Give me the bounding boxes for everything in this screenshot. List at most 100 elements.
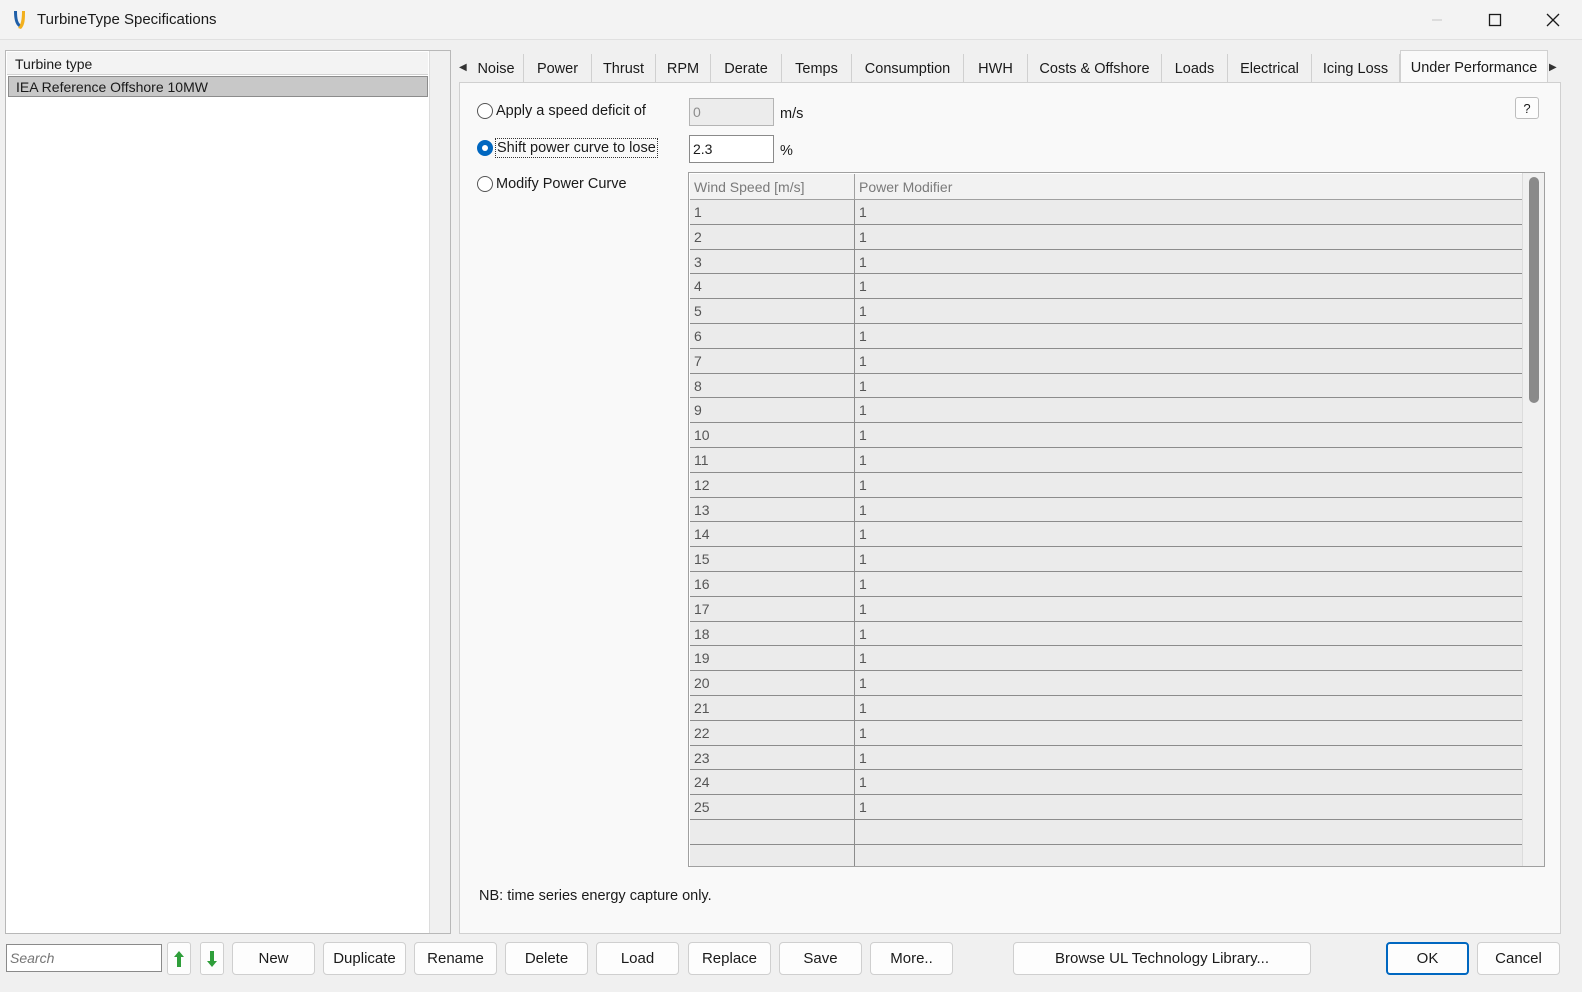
table-row[interactable]: 16 1 (690, 571, 1522, 597)
tab-consumption[interactable]: Consumption (852, 54, 964, 83)
power-modifier-cell[interactable] (855, 845, 1522, 866)
table-row[interactable]: 61 (690, 323, 1522, 349)
table-row[interactable]: 91 (690, 398, 1522, 424)
power-modifier-cell[interactable]: 1 (855, 324, 1522, 348)
table-row[interactable]: 24 1 (690, 770, 1522, 796)
wind-speed-cell[interactable]: 7 (690, 348, 855, 373)
tab-power[interactable]: Power (524, 54, 592, 83)
power-modifier-cell[interactable]: 1 (855, 274, 1522, 298)
table-row[interactable]: 25 1 (690, 795, 1522, 820)
help-button[interactable]: ? (1515, 97, 1539, 119)
tab-thrust[interactable]: Thrust (592, 54, 656, 83)
table-row[interactable]: 81 (690, 373, 1522, 399)
table-scrollbar[interactable] (1522, 173, 1544, 866)
shift-power-curve-radio[interactable] (477, 140, 493, 156)
wind-speed-cell[interactable]: 4 (690, 274, 855, 299)
power-modifier-cell[interactable]: 1 (855, 671, 1522, 695)
wind-speed-cell[interactable]: 1 (690, 200, 855, 224)
table-row[interactable] (690, 819, 1522, 845)
new-button[interactable]: New (232, 942, 315, 975)
rename-button[interactable]: Rename (414, 942, 497, 975)
wind-speed-cell[interactable]: 9 (690, 398, 855, 423)
power-modifier-cell[interactable]: 1 (855, 498, 1522, 522)
table-row[interactable]: 12 1 (690, 472, 1522, 498)
power-modifier-cell[interactable]: 1 (855, 299, 1522, 323)
power-modifier-cell[interactable]: 1 (855, 597, 1522, 621)
tab-under-performance[interactable]: Under Performance (1400, 50, 1548, 84)
power-modifier-cell[interactable]: 1 (855, 746, 1522, 770)
table-row[interactable]: 17 1 (690, 596, 1522, 622)
load-button[interactable]: Load (596, 942, 679, 975)
shift-power-curve-input[interactable] (689, 135, 774, 163)
table-row[interactable]: 31 (690, 249, 1522, 275)
table-row[interactable]: 23 1 (690, 745, 1522, 771)
wind-speed-cell[interactable]: 16 (690, 571, 855, 596)
list-item[interactable]: IEA Reference Offshore 10MW (8, 76, 428, 97)
wind-speed-cell[interactable]: 18 (690, 621, 855, 646)
wind-speed-cell[interactable]: 3 (690, 249, 855, 274)
tab-rpm[interactable]: RPM (656, 54, 711, 83)
wind-speed-cell[interactable]: 20 (690, 671, 855, 695)
power-modifier-cell[interactable]: 1 (855, 200, 1522, 224)
table-row[interactable]: 13 1 (690, 497, 1522, 523)
replace-button[interactable]: Replace (688, 942, 771, 975)
tab-hwh[interactable]: HWH (964, 54, 1028, 83)
tab-noise[interactable]: Noise (469, 54, 524, 83)
modify-power-curve-radio[interactable] (477, 176, 493, 192)
maximize-button[interactable] (1466, 0, 1524, 40)
table-row[interactable]: 11 (690, 200, 1522, 225)
duplicate-button[interactable]: Duplicate (323, 942, 406, 975)
minimize-button[interactable] (1408, 0, 1466, 40)
turbine-type-list[interactable]: Turbine type IEA Reference Offshore 10MW (5, 50, 451, 934)
power-modifier-cell[interactable]: 1 (855, 473, 1522, 497)
wind-speed-cell[interactable] (690, 844, 855, 866)
table-row[interactable]: 10 1 (690, 423, 1522, 448)
table-row[interactable]: 15 1 (690, 547, 1522, 572)
ok-button[interactable]: OK (1386, 942, 1469, 975)
wind-speed-cell[interactable]: 10 (690, 423, 855, 447)
tab-derate[interactable]: Derate (711, 54, 782, 83)
tab-scroll-left-icon[interactable]: ◀ (459, 62, 467, 73)
wind-speed-cell[interactable]: 14 (690, 522, 855, 547)
wind-speed-cell[interactable]: 19 (690, 646, 855, 671)
table-row[interactable]: 51 (690, 299, 1522, 324)
wind-speed-cell[interactable]: 15 (690, 547, 855, 571)
power-modifier-cell[interactable]: 1 (855, 374, 1522, 398)
modify-power-curve-option[interactable]: Modify Power Curve (477, 175, 628, 193)
wind-speed-cell[interactable]: 24 (690, 770, 855, 795)
table-row[interactable]: 20 1 (690, 671, 1522, 696)
wind-speed-cell[interactable]: 2 (690, 224, 855, 249)
table-row[interactable]: 19 1 (690, 646, 1522, 672)
power-modifier-cell[interactable] (855, 820, 1522, 844)
power-modifier-cell[interactable]: 1 (855, 795, 1522, 819)
list-scrollbar[interactable] (429, 51, 450, 933)
delete-button[interactable]: Delete (505, 942, 588, 975)
wind-speed-cell[interactable]: 13 (690, 497, 855, 522)
wind-speed-cell[interactable]: 6 (690, 323, 855, 348)
more-button[interactable]: More.. (870, 942, 953, 975)
cancel-button[interactable]: Cancel (1477, 942, 1560, 975)
power-modifier-cell[interactable]: 1 (855, 349, 1522, 373)
wind-speed-cell[interactable]: 17 (690, 596, 855, 621)
tab-icing-loss[interactable]: Icing Loss (1312, 54, 1400, 83)
tab-electrical[interactable]: Electrical (1228, 54, 1312, 83)
table-row[interactable]: 71 (690, 348, 1522, 374)
wind-speed-cell[interactable]: 12 (690, 472, 855, 497)
speed-deficit-option[interactable]: Apply a speed deficit of (477, 102, 647, 120)
wind-speed-cell[interactable]: 11 (690, 447, 855, 472)
shift-power-curve-option[interactable]: Shift power curve to lose (477, 138, 658, 158)
power-modifier-cell[interactable]: 1 (855, 522, 1522, 546)
tab-costs-offshore[interactable]: Costs & Offshore (1028, 54, 1162, 83)
wind-speed-cell[interactable]: 22 (690, 720, 855, 745)
power-modifier-cell[interactable]: 1 (855, 398, 1522, 422)
save-button[interactable]: Save (779, 942, 862, 975)
table-row[interactable]: 41 (690, 274, 1522, 300)
wind-speed-cell[interactable]: 8 (690, 373, 855, 398)
power-modifier-cell[interactable]: 1 (855, 721, 1522, 745)
power-modifier-cell[interactable]: 1 (855, 572, 1522, 596)
table-row[interactable]: 14 1 (690, 522, 1522, 548)
table-row[interactable]: 21 (690, 224, 1522, 250)
power-modifier-cell[interactable]: 1 (855, 250, 1522, 274)
move-up-button[interactable] (167, 942, 191, 975)
wind-speed-cell[interactable]: 23 (690, 745, 855, 770)
